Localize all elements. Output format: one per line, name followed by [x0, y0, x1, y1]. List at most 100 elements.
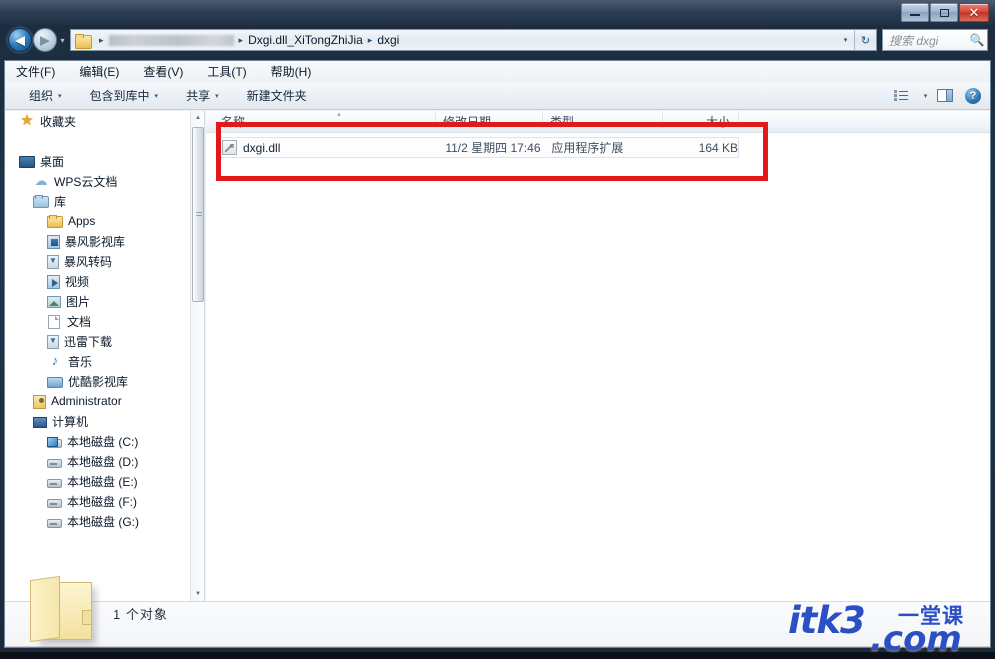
share-with-button[interactable]: 共享 ▾	[179, 85, 226, 107]
sidebar-item-8[interactable]: 视频	[5, 271, 204, 291]
sidebar-item-label: 本地磁盘 (D:)	[67, 454, 139, 469]
menu-view[interactable]: 查看(V)	[140, 62, 186, 81]
sidebar-item-13[interactable]: 优酷影视库	[5, 371, 204, 391]
drive-icon	[47, 498, 62, 508]
change-view-dropdown[interactable]: ▾	[916, 84, 930, 107]
column-header-type[interactable]: 类型	[543, 111, 663, 133]
star-icon: ★	[20, 112, 34, 129]
sidebar-item-label: Administrator	[51, 394, 122, 408]
sidebar-item-19[interactable]: 本地磁盘 (F:)	[5, 491, 204, 511]
sidebar-item-label: 优酷影视库	[68, 374, 129, 389]
file-size: 164 KB	[698, 140, 739, 155]
folder-large-icon	[30, 575, 100, 648]
back-arrow-icon: ◀	[15, 32, 25, 48]
sidebar-item-15[interactable]: 计算机	[5, 411, 204, 431]
close-icon: ✕	[968, 5, 980, 20]
thunder-download-icon	[47, 334, 59, 349]
sidebar-item-18[interactable]: 本地磁盘 (E:)	[5, 471, 204, 491]
sidebar-item-label: 计算机	[52, 414, 89, 429]
preview-pane-button[interactable]	[932, 84, 958, 107]
maximize-icon	[931, 4, 957, 21]
forward-button[interactable]: ▶	[33, 28, 57, 52]
file-type: 应用程序扩展	[551, 141, 624, 155]
search-box[interactable]: 搜索 dxgi 🔍	[882, 29, 988, 51]
sidebar-item-5[interactable]: Apps	[5, 211, 204, 231]
close-button[interactable]: ✕	[959, 3, 989, 22]
scrollbar-thumb[interactable]	[192, 127, 204, 302]
details-item-count: 1 个对象	[113, 607, 168, 622]
sidebar-item-14[interactable]: Administrator	[5, 391, 204, 411]
sidebar-item-10[interactable]: 文档	[5, 311, 204, 331]
file-list-view[interactable]: 名称 ▴ 修改日期 类型 大小 dxgi.dll 11/2 星期四 17:46 …	[206, 111, 990, 601]
sidebar-item-17[interactable]: 本地磁盘 (D:)	[5, 451, 204, 471]
address-dropdown-button[interactable]: ▾	[837, 30, 854, 50]
documents-icon	[48, 314, 60, 329]
user-folder-icon	[33, 394, 46, 409]
sidebar-item-16[interactable]: 本地磁盘 (C:)	[5, 431, 204, 451]
change-view-button[interactable]	[888, 84, 914, 107]
chevron-down-icon: ▾	[58, 92, 62, 100]
column-header-name[interactable]: 名称	[214, 111, 436, 133]
organize-button[interactable]: 组织 ▾	[22, 85, 69, 107]
new-folder-button[interactable]: 新建文件夹	[240, 85, 314, 107]
column-header-size[interactable]: 大小	[663, 111, 739, 133]
menu-help[interactable]: 帮助(H)	[268, 62, 315, 81]
command-bar: 组织 ▾ 包含到库中 ▾ 共享 ▾ 新建文件夹 ▾ ?	[5, 82, 990, 110]
menu-file[interactable]: 文件(F)	[13, 62, 58, 81]
navigation-pane-scrollbar[interactable]: ▲ ▼	[190, 111, 204, 601]
library-icon	[33, 195, 49, 208]
sort-ascending-icon: ▴	[337, 111, 341, 118]
menu-tools[interactable]: 工具(T)	[204, 62, 249, 81]
scroll-up-arrow-icon[interactable]: ▲	[191, 111, 204, 125]
breadcrumb-item-current[interactable]: dxgi	[377, 33, 399, 47]
pictures-icon	[47, 296, 61, 308]
desktop-icon	[19, 156, 35, 168]
sidebar-item-label: 桌面	[40, 154, 65, 169]
file-name: dxgi.dll	[243, 140, 281, 155]
sidebar-item-7[interactable]: 暴风转码	[5, 251, 204, 271]
breadcrumb-item-parent[interactable]: Dxgi.dll_XiTongZhiJia	[248, 33, 363, 47]
sidebar-item-label: 视频	[65, 274, 90, 289]
breadcrumb-item-redacted[interactable]	[108, 34, 234, 46]
sidebar-item-6[interactable]: 暴风影视库	[5, 231, 204, 251]
sidebar-item-2[interactable]: 桌面	[5, 151, 204, 171]
dll-file-icon	[222, 140, 237, 155]
navigation-spacer	[5, 131, 204, 151]
folder-icon	[47, 215, 63, 228]
scroll-down-arrow-icon[interactable]: ▼	[191, 587, 204, 601]
back-button[interactable]: ◀	[8, 28, 32, 52]
menu-edit[interactable]: 编辑(E)	[76, 62, 122, 81]
sidebar-item-12[interactable]: ♪ 音乐	[5, 351, 204, 371]
navigation-tree: ★ 收藏夹桌面 ☁ WPS云文档库Apps 暴风影视库暴风转码视频图片文档迅雷下载 ♪ 音乐…	[5, 111, 204, 531]
video-icon	[47, 274, 60, 289]
sidebar-item-4[interactable]: 库	[5, 191, 204, 211]
baofeng-library-icon	[47, 234, 60, 249]
sidebar-item-20[interactable]: 本地磁盘 (G:)	[5, 511, 204, 531]
music-icon: ♪	[51, 353, 59, 368]
sidebar-item-11[interactable]: 迅雷下载	[5, 331, 204, 351]
minimize-button[interactable]	[901, 3, 929, 22]
baofeng-transcode-icon	[47, 254, 59, 269]
refresh-button[interactable]: ↻	[854, 29, 877, 51]
breadcrumb-separator: ▸	[99, 34, 104, 45]
breadcrumb-separator: ▸	[238, 34, 244, 45]
navigation-strip: ◀ ▶ ▾ ▸ ▸ Dxgi.dll_XiTongZhiJia ▸ dxgi ▾…	[0, 25, 995, 56]
table-row[interactable]: dxgi.dll 11/2 星期四 17:46 应用程序扩展 164 KB	[216, 137, 739, 158]
address-bar[interactable]: ▸ ▸ Dxgi.dll_XiTongZhiJia ▸ dxgi ▾	[70, 29, 854, 51]
sidebar-item-0[interactable]: ★ 收藏夹	[5, 111, 204, 131]
maximize-button[interactable]	[930, 3, 958, 22]
folder-icon	[75, 33, 92, 49]
search-input[interactable]: 搜索 dxgi	[883, 32, 967, 49]
cloud-icon: ☁	[34, 173, 48, 188]
help-button[interactable]: ?	[960, 84, 986, 107]
sidebar-item-3[interactable]: ☁ WPS云文档	[5, 171, 204, 191]
sidebar-item-9[interactable]: 图片	[5, 291, 204, 311]
navigation-pane[interactable]: ★ 收藏夹桌面 ☁ WPS云文档库Apps 暴风影视库暴风转码视频图片文档迅雷下载 ♪ 音乐…	[5, 111, 205, 601]
column-header-date-modified[interactable]: 修改日期	[436, 111, 543, 133]
include-in-library-button[interactable]: 包含到库中 ▾	[83, 85, 166, 107]
title-bar-gloss	[0, 0, 995, 12]
sidebar-item-label: 图片	[66, 294, 91, 309]
chevron-down-icon: ▾	[215, 92, 219, 100]
recent-pages-button[interactable]: ▾	[58, 36, 67, 45]
details-pane: 1 个对象	[5, 601, 990, 646]
